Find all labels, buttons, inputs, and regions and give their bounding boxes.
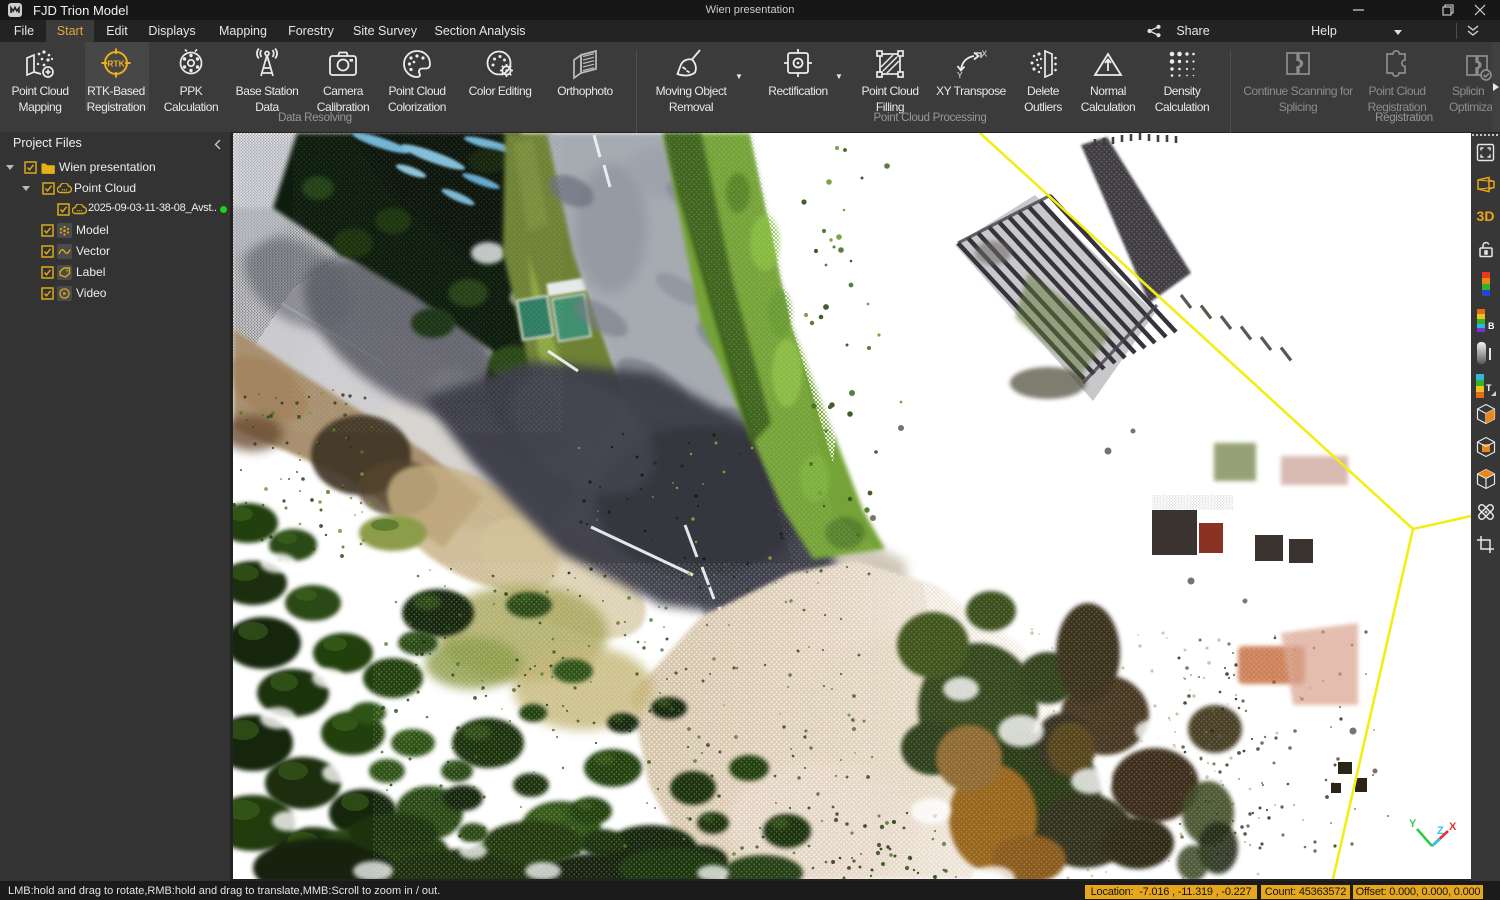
svg-text:RTK: RTK [107, 59, 125, 69]
svg-text:Y: Y [957, 70, 963, 80]
svg-text:Z: Z [1437, 825, 1444, 837]
svg-text:B: B [1488, 321, 1495, 331]
svg-text:T: T [1486, 383, 1492, 393]
svg-text:X: X [982, 49, 988, 59]
svg-text:X: X [1449, 821, 1457, 833]
svg-text:A: A [265, 57, 270, 64]
svg-text:Y: Y [1409, 818, 1417, 830]
